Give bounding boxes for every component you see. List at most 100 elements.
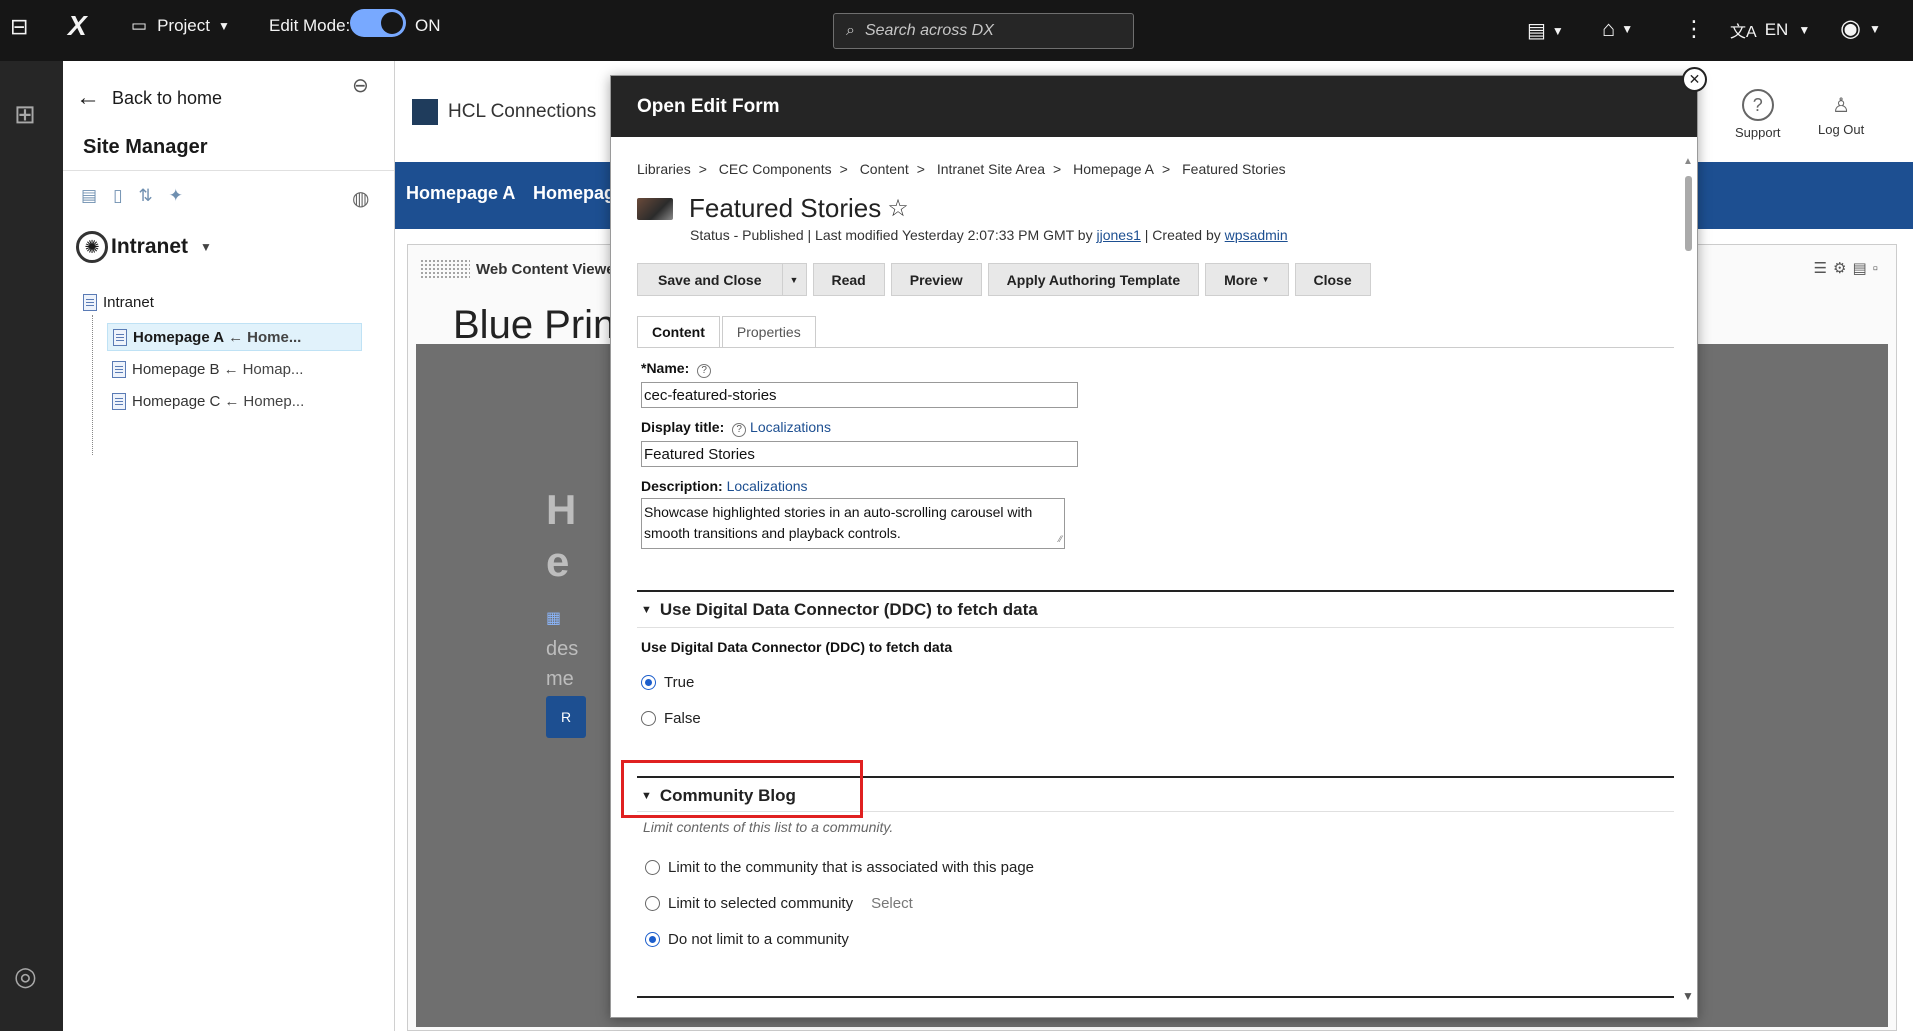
radio-unselected[interactable] bbox=[645, 896, 660, 911]
item-title-row: Featured Stories ☆ bbox=[637, 193, 909, 224]
nav-homepage-a[interactable]: Homepage A bbox=[406, 183, 515, 204]
help-icon[interactable]: ? bbox=[732, 423, 747, 437]
save-and-close-button[interactable]: Save and Close ▼ bbox=[637, 263, 807, 296]
left-rail: ⊞ ◎ bbox=[0, 61, 63, 1031]
search-input[interactable]: ⌕ Search across DX bbox=[833, 13, 1134, 49]
read-button[interactable]: Read bbox=[812, 263, 885, 296]
globe-icon: ✺ bbox=[76, 231, 108, 263]
display-title-field: Display title: ? Localizations Featured … bbox=[641, 419, 1078, 467]
tree-item-homepage-b[interactable]: Homepage B ← Homap... bbox=[107, 355, 362, 383]
dx-logo-icon: X bbox=[68, 10, 87, 41]
crumb-content[interactable]: Content bbox=[860, 161, 909, 177]
preview-button[interactable]: Preview bbox=[890, 263, 982, 296]
community-blog-highlight bbox=[621, 760, 863, 818]
palette-icon[interactable]: ◍ bbox=[352, 186, 369, 211]
close-modal-icon[interactable]: ✕ bbox=[1682, 67, 1707, 92]
radio-selected[interactable] bbox=[645, 932, 660, 947]
created-by-link[interactable]: wpsadmin bbox=[1225, 227, 1288, 243]
new-page-icon[interactable]: ▤ bbox=[81, 186, 97, 206]
new-item-icon[interactable]: ▯ bbox=[113, 186, 122, 206]
crumb-homepage-a[interactable]: Homepage A bbox=[1073, 161, 1154, 177]
logout-link[interactable]: ♙ Log Out bbox=[1818, 93, 1864, 137]
limit-to-selected-community-option[interactable]: Limit to selected community Select bbox=[645, 895, 913, 912]
add-page-icon[interactable]: ⊞ bbox=[14, 99, 36, 130]
language-menu[interactable]: 文A EN ▼ bbox=[1730, 18, 1810, 42]
tab-properties[interactable]: Properties bbox=[721, 316, 816, 348]
crumb-featured-stories: Featured Stories bbox=[1182, 161, 1286, 177]
counter-icon: ▦ bbox=[546, 610, 562, 627]
search-icon: ⌕ bbox=[846, 22, 855, 39]
crumb-cec-components[interactable]: CEC Components bbox=[719, 161, 832, 177]
description-field: Description: Localizations Showcase high… bbox=[641, 478, 1065, 550]
tree-connector bbox=[92, 315, 93, 455]
carousel-button[interactable]: R bbox=[546, 696, 586, 738]
drag-handle-icon[interactable] bbox=[420, 259, 470, 279]
collapse-panel-icon[interactable]: ⊖ bbox=[352, 73, 369, 98]
hcl-logo[interactable]: HCL Connections bbox=[412, 99, 596, 125]
ddc-false-option[interactable]: False bbox=[641, 710, 701, 727]
select-community-link[interactable]: Select bbox=[871, 895, 913, 912]
site-manager-panel: ← Back to home ⊖ Site Manager ▤ ▯ ⇅ ✦ ◍ … bbox=[63, 61, 395, 1031]
name-field: *Name: ? cec-featured-stories bbox=[641, 360, 1078, 408]
scroll-up-icon[interactable]: ▲ bbox=[1683, 156, 1693, 167]
tree-item-homepage-c[interactable]: Homepage C ← Homep... bbox=[107, 387, 362, 415]
item-title: Featured Stories bbox=[689, 193, 882, 223]
carousel-text: ▦ des me bbox=[546, 604, 578, 694]
help-icon[interactable]: ? bbox=[697, 364, 712, 378]
portlet-tools[interactable]: ☰⚙▤▫ bbox=[1814, 259, 1884, 277]
scroll-thumb[interactable] bbox=[1685, 176, 1692, 251]
move-icon[interactable]: ⇅ bbox=[138, 186, 152, 206]
crumb-intranet-site-area[interactable]: Intranet Site Area bbox=[937, 161, 1045, 177]
connections-logo-icon bbox=[412, 99, 438, 125]
radio-unselected[interactable] bbox=[645, 860, 660, 875]
form-tabs: Content Properties bbox=[637, 316, 818, 348]
content-menu-icon[interactable]: ▤ ▼ bbox=[1527, 18, 1564, 43]
localizations-link[interactable]: Localizations bbox=[750, 419, 831, 435]
breadcrumb: Libraries > CEC Components > Content > Intr… bbox=[637, 161, 1286, 177]
translate-icon: 文A bbox=[1730, 24, 1757, 41]
tree-root-intranet[interactable]: Intranet bbox=[83, 294, 154, 311]
chevron-down-icon[interactable]: ▼ bbox=[781, 264, 806, 295]
close-button[interactable]: Close bbox=[1294, 263, 1371, 296]
display-title-input[interactable]: Featured Stories bbox=[641, 441, 1078, 467]
radio-selected[interactable] bbox=[641, 675, 656, 690]
edit-mode-toggle[interactable] bbox=[350, 9, 406, 37]
ddc-section-header[interactable]: ▼ Use Digital Data Connector (DDC) to fe… bbox=[641, 600, 1038, 620]
user-avatar-icon[interactable]: ◉ ▼ bbox=[1840, 14, 1881, 43]
radio-unselected[interactable] bbox=[641, 711, 656, 726]
more-vertical-icon[interactable]: ⋮ bbox=[1683, 16, 1705, 42]
crumb-libraries[interactable]: Libraries bbox=[637, 161, 691, 177]
modified-by-link[interactable]: jjones1 bbox=[1097, 227, 1141, 243]
arrow-left-icon: ← bbox=[228, 328, 244, 346]
description-textarea[interactable]: Showcase highlighted stories in an auto-… bbox=[641, 498, 1065, 550]
nav-homepage-b[interactable]: Homepag bbox=[533, 183, 615, 204]
sparkle-icon[interactable]: ✦ bbox=[169, 186, 183, 206]
scroll-down-icon[interactable]: ▼ bbox=[1682, 989, 1694, 1003]
apply-authoring-template-button[interactable]: Apply Authoring Template bbox=[987, 263, 1200, 296]
section-divider bbox=[637, 996, 1674, 998]
user-icon: ♙ bbox=[1832, 95, 1851, 117]
item-thumbnail bbox=[637, 197, 673, 220]
sidebar-toggle-icon[interactable]: ⊟ bbox=[10, 14, 28, 40]
no-community-limit-option[interactable]: Do not limit to a community bbox=[645, 931, 849, 948]
more-button[interactable]: More ▼ bbox=[1205, 263, 1289, 296]
ddc-true-option[interactable]: True bbox=[641, 674, 694, 691]
name-input[interactable]: cec-featured-stories bbox=[641, 382, 1078, 408]
star-icon[interactable]: ☆ bbox=[887, 194, 909, 223]
back-to-home-link[interactable]: ← Back to home bbox=[76, 84, 222, 112]
modal-scrollbar[interactable]: ▲ ▼ bbox=[1679, 156, 1697, 1011]
limit-to-page-community-option[interactable]: Limit to the community that is associate… bbox=[645, 859, 1034, 876]
help-lifebuoy-icon[interactable]: ◎ bbox=[14, 961, 37, 992]
modal-title: Open Edit Form bbox=[611, 76, 1697, 137]
caret-down-icon: ▼ bbox=[641, 604, 652, 616]
tree-item-homepage-a[interactable]: Homepage A ← Home... bbox=[107, 323, 362, 351]
edit-mode-state: ON bbox=[415, 16, 441, 35]
project-menu[interactable]: ▭ Project ▼ bbox=[131, 16, 230, 36]
site-selector[interactable]: ✺ Intranet ▼ bbox=[76, 231, 212, 263]
tab-content[interactable]: Content bbox=[637, 316, 720, 348]
support-link[interactable]: ? Support bbox=[1735, 89, 1781, 140]
caret-down-icon: ▼ bbox=[200, 240, 212, 254]
localizations-link[interactable]: Localizations bbox=[727, 478, 808, 494]
home-menu-icon[interactable]: ⌂ ▼ bbox=[1602, 16, 1633, 42]
arrow-left-icon: ← bbox=[76, 84, 100, 111]
